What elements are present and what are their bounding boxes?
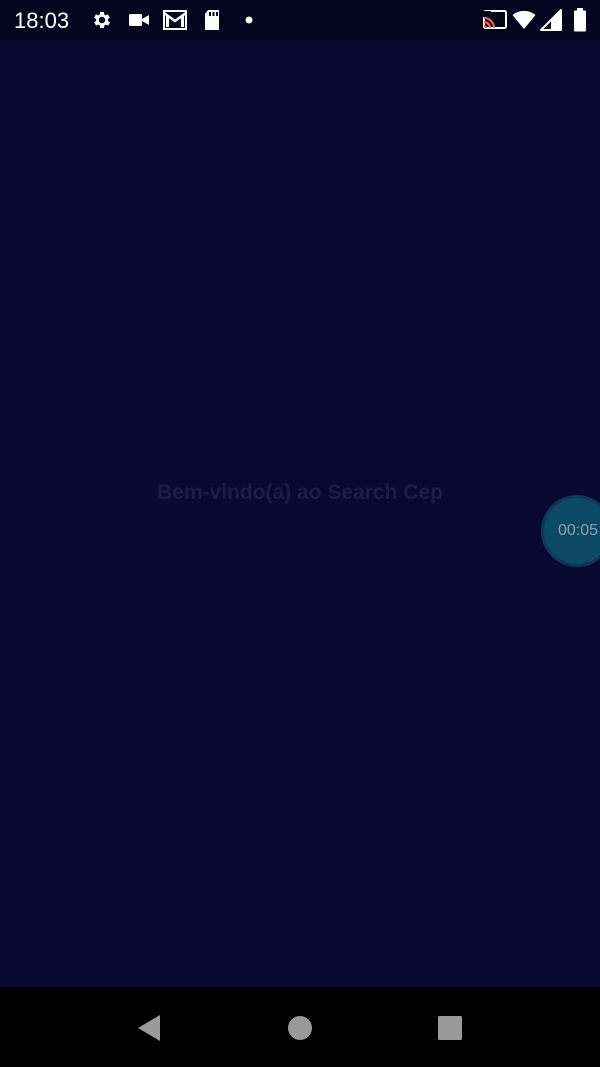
navigation-bar <box>0 987 600 1067</box>
back-icon[interactable] <box>134 1013 164 1043</box>
status-time: 18:03 <box>14 8 70 33</box>
status-bar: 18:03 <box>0 0 600 40</box>
main-content: Bem-vindo(a) ao Search Cep <box>0 40 600 987</box>
timer-label: 00:05 <box>558 522 599 539</box>
cell-signal-icon <box>539 8 563 32</box>
dot-icon <box>237 8 261 32</box>
wifi-icon <box>512 8 536 32</box>
battery-icon <box>568 8 592 32</box>
gmail-icon <box>163 8 187 32</box>
recents-icon[interactable] <box>435 1013 465 1043</box>
welcome-title: Bem-vindo(a) ao Search Cep <box>157 481 443 504</box>
cast-icon <box>482 8 508 32</box>
video-camera-icon <box>127 8 151 32</box>
home-icon[interactable] <box>285 1013 315 1043</box>
app-screen: 18:03 Bem-vindo(a) ao Search Cep 00:05 <box>0 0 600 1067</box>
sd-card-icon <box>200 8 224 32</box>
gear-icon <box>90 8 114 32</box>
